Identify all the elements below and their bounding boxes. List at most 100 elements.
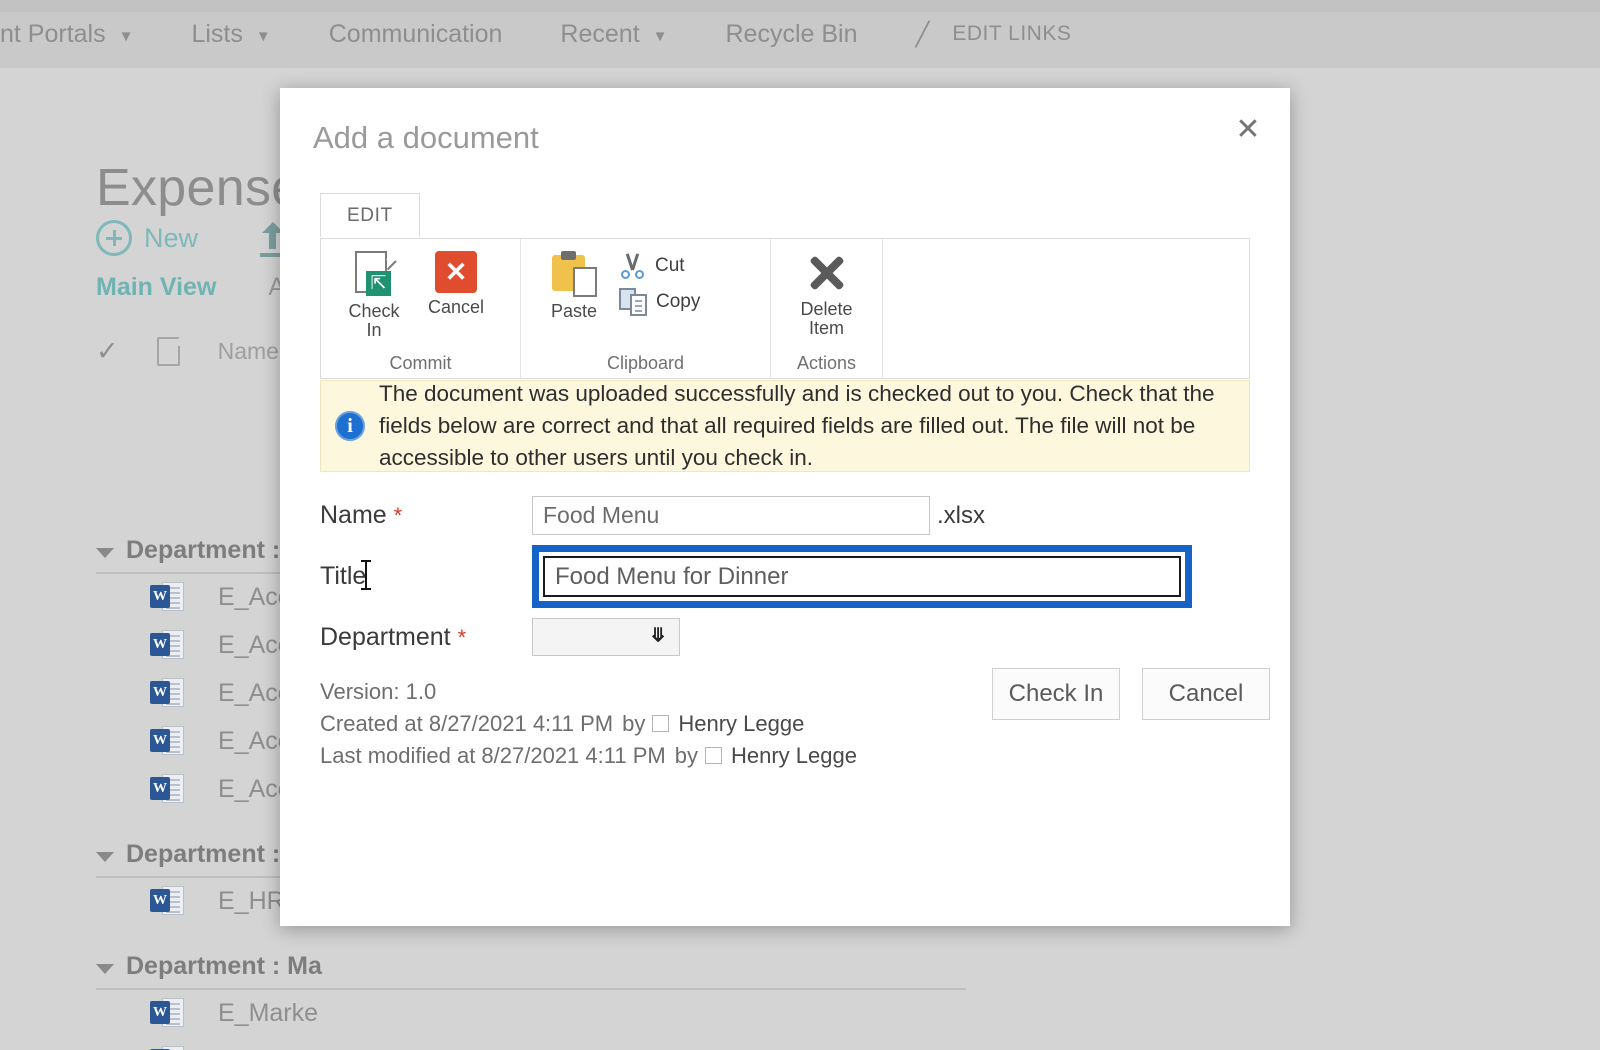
chevron-down-icon[interactable]: ▼ — [653, 29, 668, 44]
nav-item-recent[interactable]: Recent ▼ — [560, 20, 667, 49]
row-ellipsis-button[interactable]: ••• — [650, 1047, 682, 1050]
column-header-name[interactable]: Name — [218, 338, 279, 365]
new-document-button[interactable]: New — [96, 220, 198, 256]
version-label: Version: 1.0 — [320, 679, 437, 704]
nav-item-communication-label: Communication — [328, 19, 503, 48]
nav-item-communication[interactable]: Communication — [329, 20, 503, 49]
list-column-headers: ✓ Name — [96, 336, 279, 367]
created-by-user[interactable]: Henry Legge — [678, 708, 804, 740]
ribbon-group-commit: ⇱ Check In ✕ Cancel Commit — [321, 239, 521, 378]
presence-indicator-icon — [652, 715, 670, 733]
word-document-icon: W — [150, 676, 184, 710]
cancel-x-icon: ✕ — [435, 251, 477, 293]
paste-ribbon-button[interactable]: Paste — [537, 249, 611, 321]
cancel-ribbon-button[interactable]: ✕ Cancel — [419, 249, 493, 317]
nav-item-recycle-bin-label: Recycle Bin — [725, 19, 858, 48]
form-row-title: Title — [320, 545, 1250, 608]
word-document-icon: W — [150, 628, 184, 662]
check-in-label-line1: Check — [348, 301, 400, 321]
nav-item-recent-label: Recent — [560, 19, 640, 48]
edit-links-button[interactable]: ╱ EDIT LINKS — [916, 21, 1072, 48]
created-at-text: Created at 8/27/2021 4:11 PM — [320, 710, 614, 736]
copy-icon — [619, 288, 647, 316]
row-modified-date: August 15 — [733, 1047, 846, 1050]
department-select[interactable] — [532, 618, 680, 656]
cancel-ribbon-label: Cancel — [427, 297, 485, 317]
add-document-dialog: Add a document ✕ EDIT ⇱ Check In ✕ Cance… — [280, 88, 1290, 926]
name-input[interactable] — [532, 496, 930, 535]
title-label: Title — [320, 562, 367, 590]
check-in-icon: ⇱ — [353, 249, 397, 297]
collapse-triangle-icon[interactable] — [96, 547, 114, 558]
table-row[interactable]: W E_Marke — [150, 996, 318, 1030]
ribbon-group-clipboard: Paste Cut Copy Clipboard — [521, 239, 771, 378]
group-header-marketing[interactable]: Department : Ma — [96, 952, 322, 981]
status-info-bar: i The document was uploaded successfully… — [320, 380, 1250, 472]
row-file-name[interactable]: E_Marke — [218, 999, 318, 1028]
row-modified-by[interactable]: Henry Legge — [932, 1047, 1075, 1050]
copy-ribbon-button[interactable]: Copy — [619, 288, 700, 316]
ribbon-group-label-clipboard: Clipboard — [606, 353, 685, 373]
nav-item-lists-label: Lists — [191, 19, 243, 48]
delete-item-ribbon-button[interactable]: Delete Item — [790, 249, 864, 338]
new-label: New — [144, 222, 199, 253]
modified-at-text: Last modified at 8/27/2021 4:11 PM — [320, 742, 666, 768]
modified-by-user[interactable]: Henry Legge — [731, 740, 857, 772]
dialog-title: Add a document — [313, 120, 539, 155]
ribbon-group-actions: Delete Item Actions — [771, 239, 883, 378]
nav-item-recycle-bin[interactable]: Recycle Bin — [726, 20, 858, 49]
tab-edit[interactable]: EDIT — [320, 193, 420, 237]
check-in-label-line2: In — [366, 319, 382, 340]
ribbon-tab-strip: EDIT — [320, 193, 420, 237]
ribbon-group-label-actions: Actions — [796, 353, 857, 373]
nav-item-lists[interactable]: Lists ▼ — [191, 20, 270, 49]
form-row-name: Name * .xlsx — [320, 496, 1250, 535]
info-message: The document was uploaded successfully a… — [379, 381, 1215, 470]
department-select-wrap: ⤋ — [532, 618, 680, 656]
paste-label: Paste — [550, 301, 598, 321]
nav-item-portals[interactable]: nt Portals ▼ — [0, 20, 133, 49]
check-in-button[interactable]: Check In — [992, 668, 1120, 720]
form-row-department: Department * ⤋ — [320, 618, 1250, 656]
cut-label: Cut — [655, 255, 685, 276]
nav-item-portals-label: nt Portals — [0, 19, 106, 48]
word-document-icon: W — [150, 772, 184, 806]
cut-ribbon-button[interactable]: Cut — [619, 253, 700, 279]
check-in-ribbon-button[interactable]: ⇱ Check In — [337, 249, 411, 340]
department-label: Department * — [320, 622, 467, 651]
chevron-down-icon[interactable]: ▼ — [256, 29, 271, 44]
row-file-name[interactable]: E_Marketing_Travel_002 — [218, 1047, 496, 1050]
word-document-icon: W — [150, 996, 184, 1030]
scissors-icon — [619, 253, 646, 279]
group-divider — [96, 988, 966, 990]
table-row[interactable]: W E_Marketing_Travel_002 ••• August 15 H… — [150, 1044, 1219, 1050]
top-navigation-bar: nt Portals ▼ Lists ▼ Communication Recen… — [0, 0, 1600, 68]
title-input[interactable] — [543, 556, 1181, 597]
suite-bar-strip — [0, 0, 1600, 12]
ribbon: ⇱ Check In ✕ Cancel Commit Paste Cut Cop… — [320, 238, 1250, 379]
required-asterisk: * — [393, 503, 403, 528]
modified-by-word: by — [674, 742, 698, 768]
page-root: nt Portals ▼ Lists ▼ Communication Recen… — [0, 0, 1600, 1050]
document-type-icon — [156, 337, 180, 366]
modified-line: Last modified at 8/27/2021 4:11 PM by He… — [320, 740, 857, 772]
row-department: Marketing — [1109, 1047, 1219, 1050]
ribbon-empty-area — [883, 239, 1249, 378]
cancel-button[interactable]: Cancel — [1142, 668, 1270, 720]
group-label: Department : Ma — [126, 952, 322, 980]
presence-indicator-icon — [704, 747, 722, 765]
collapse-triangle-icon[interactable] — [96, 963, 114, 974]
name-label: Name * — [320, 501, 403, 529]
close-icon[interactable]: ✕ — [1229, 111, 1267, 149]
view-tab-main[interactable]: Main View — [96, 273, 216, 302]
chevron-down-icon[interactable]: ▼ — [119, 29, 134, 44]
copy-label: Copy — [656, 291, 701, 312]
dialog-button-row: Check In Cancel — [992, 668, 1270, 720]
file-extension-label: .xlsx — [937, 501, 985, 529]
plus-circle-icon — [96, 220, 132, 256]
word-document-icon: W — [150, 884, 184, 918]
select-all-check-icon[interactable]: ✓ — [96, 336, 119, 367]
pencil-icon: ╱ — [915, 20, 930, 47]
collapse-triangle-icon[interactable] — [96, 851, 114, 862]
created-by-word: by — [622, 710, 646, 736]
